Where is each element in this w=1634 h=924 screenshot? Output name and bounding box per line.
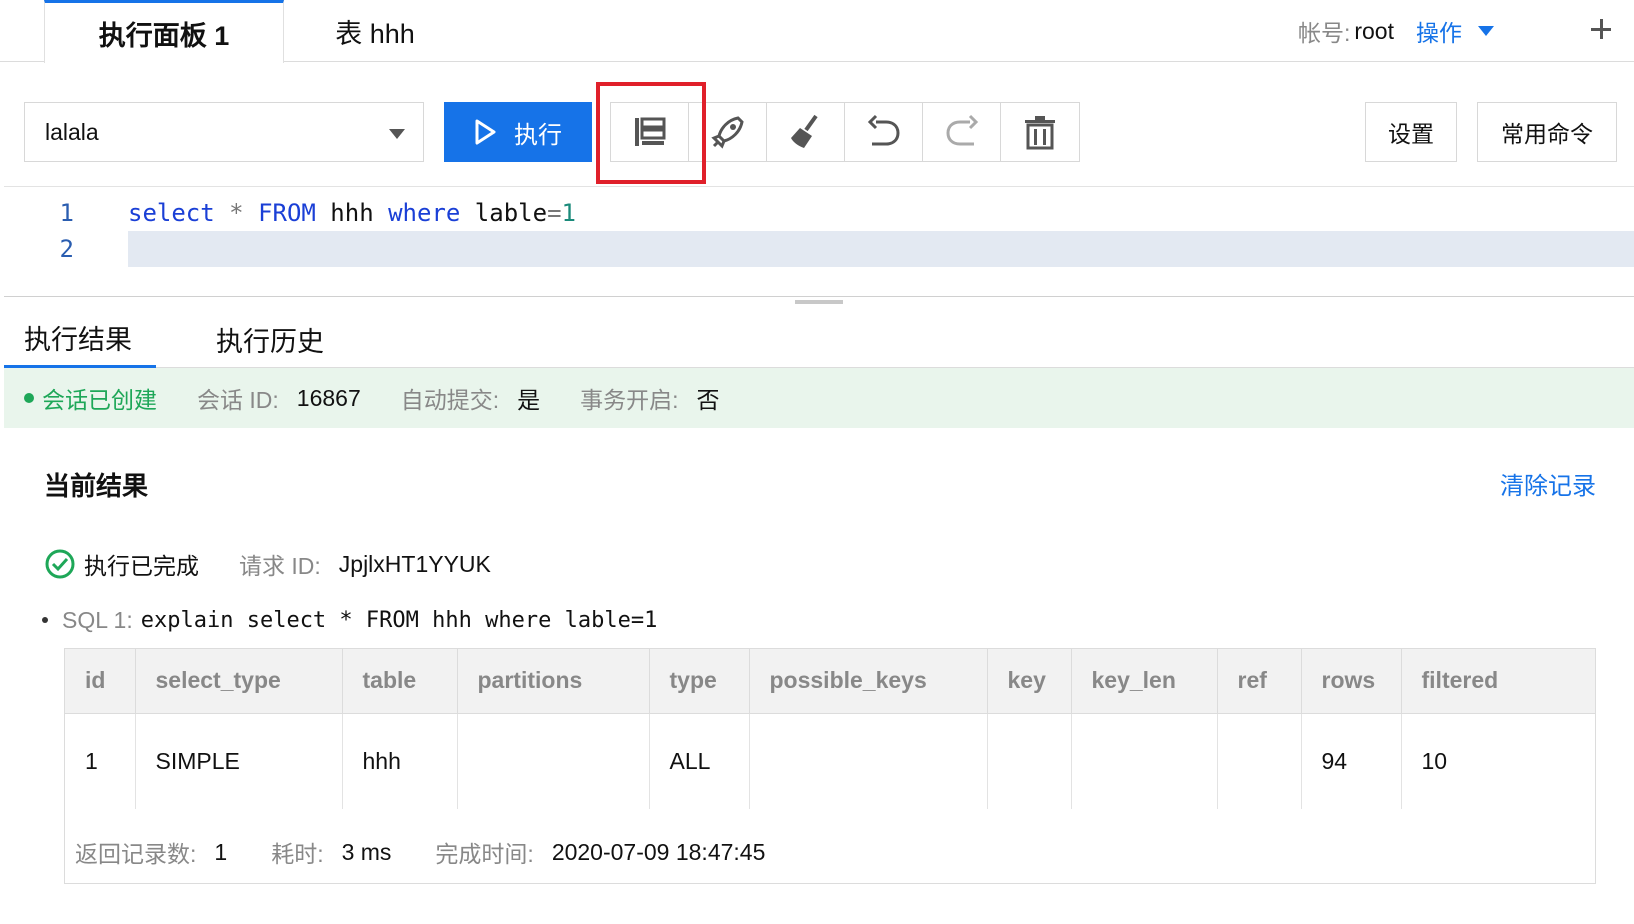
table-row: 1 SIMPLE hhh ALL 94 10	[65, 713, 1595, 809]
table-cell	[1071, 713, 1218, 809]
undo-button[interactable]	[845, 103, 923, 161]
column-header: key	[987, 649, 1072, 714]
redo-icon	[945, 114, 978, 146]
finish-time-value: 2020-07-09 18:47:45	[551, 838, 766, 865]
line-code-current[interactable]	[128, 231, 1634, 267]
sql-operator: =	[547, 199, 562, 227]
account-area: 帐号: root 操作	[1298, 0, 1494, 62]
column-header: filtered	[1401, 649, 1595, 714]
result-summary: 返回记录数: 1 耗时: 3 ms 完成时间: 2020-07-09 18:47…	[75, 835, 809, 869]
column-header: rows	[1301, 649, 1402, 714]
table-cell: 94	[1301, 713, 1402, 809]
tab-table-hhh[interactable]: 表 hhh	[300, 0, 450, 62]
line-code[interactable]: select * FROM hhh where lable=1	[128, 199, 576, 227]
check-circle-icon	[45, 549, 75, 579]
current-result-title: 当前结果	[44, 471, 149, 501]
record-count-label: 返回记录数:	[75, 841, 197, 867]
run-button-label: 执行	[514, 121, 562, 149]
table-cell: ALL	[649, 713, 750, 809]
operations-menu[interactable]: 操作	[1416, 14, 1462, 48]
column-header: type	[649, 649, 750, 714]
play-icon	[475, 119, 496, 145]
column-header: table	[342, 649, 458, 714]
session-id-value: 16867	[296, 384, 361, 411]
plus-icon[interactable]	[1586, 14, 1616, 44]
account-user: root	[1354, 17, 1394, 44]
editor-line[interactable]: 2	[4, 231, 1634, 267]
resize-handle[interactable]	[795, 300, 843, 304]
session-banner: 会话已创建 会话 ID: 16867 自动提交: 是 事务开启: 否	[4, 368, 1634, 428]
sql-operator: *	[229, 199, 244, 227]
table-cell	[457, 713, 650, 809]
editor-line[interactable]: 1 select * FROM hhh where lable=1	[4, 195, 1634, 231]
redo-button[interactable]	[923, 103, 1001, 161]
duration-value: 3 ms	[341, 838, 392, 865]
chevron-down-icon[interactable]	[1478, 26, 1494, 36]
sql-keyword: select	[128, 199, 215, 227]
editor-divider	[4, 296, 1634, 297]
highlight-box	[596, 82, 706, 184]
tab-execution-result[interactable]: 执行结果	[4, 310, 156, 368]
request-id-value: JpjlxHT1YYUK	[338, 550, 491, 577]
sql-editor[interactable]: 1 select * FROM hhh where lable=1 2	[4, 186, 1634, 296]
line-number: 2	[59, 235, 74, 263]
sql-keyword: where	[388, 199, 461, 227]
table-cell: hhh	[342, 713, 458, 809]
column-header: id	[65, 649, 136, 714]
autocommit-label: 自动提交:	[400, 387, 500, 413]
delete-button[interactable]	[1001, 103, 1079, 161]
trash-icon	[1025, 116, 1055, 150]
table-cell: SIMPLE	[135, 713, 343, 809]
finish-time-label: 完成时间:	[435, 841, 534, 867]
result-table: id select_type table partitions type pos…	[65, 649, 1595, 809]
clear-records-link[interactable]: 清除记录	[1500, 466, 1596, 501]
column-header: select_type	[135, 649, 343, 714]
column-header: possible_keys	[749, 649, 988, 714]
undo-icon	[867, 114, 900, 146]
duration-label: 耗时:	[271, 841, 324, 867]
record-count-value: 1	[214, 838, 228, 865]
table-cell	[987, 713, 1072, 809]
table-cell: 10	[1421, 747, 1448, 774]
autocommit-value: 是	[517, 387, 541, 413]
top-tab-bar: 执行面板 1 表 hhh 帐号: root 操作	[0, 0, 1634, 63]
bullet-icon	[42, 617, 48, 623]
settings-button[interactable]: 设置	[1365, 102, 1457, 162]
sql-keyword: FROM	[258, 199, 316, 227]
column-header: partitions	[457, 649, 650, 714]
request-id-label: 请求 ID:	[239, 553, 321, 579]
sql-text: explain select * FROM hhh where lable=1	[140, 607, 658, 633]
sql-statement-row: SQL 1: explain select * FROM hhh where l…	[42, 604, 657, 636]
tab-execution-panel[interactable]: 执行面板 1	[44, 0, 284, 63]
column-header: key_len	[1071, 649, 1218, 714]
execution-status-row: 执行已完成 请求 ID: JpjlxHT1YYUK	[44, 546, 491, 582]
sql-number: 1	[561, 199, 576, 227]
broom-icon	[790, 114, 818, 148]
result-table-container: id select_type table partitions type pos…	[64, 648, 1596, 884]
session-status: 会话已创建	[42, 387, 157, 413]
tab-execution-history[interactable]: 执行历史	[216, 310, 324, 368]
account-label: 帐号:	[1297, 20, 1351, 46]
column-header: ref	[1217, 649, 1302, 714]
transaction-value: 否	[696, 387, 720, 413]
execution-done-label: 执行已完成	[84, 553, 199, 579]
common-commands-button[interactable]: 常用命令	[1477, 102, 1617, 162]
table-cell: 1	[65, 713, 136, 809]
session-id-label: 会话 ID:	[197, 387, 279, 413]
database-select[interactable]: lalala	[24, 102, 424, 162]
table-cell	[1217, 713, 1302, 809]
sql-label: SQL 1:	[62, 606, 133, 633]
chevron-down-icon	[389, 129, 405, 139]
rocket-icon	[710, 116, 744, 149]
run-button[interactable]: 执行	[444, 102, 592, 162]
table-header-row: id select_type table partitions type pos…	[65, 649, 1595, 714]
result-tabs: 执行结果 执行历史	[4, 310, 1634, 368]
database-select-value: lalala	[45, 118, 99, 145]
line-number: 1	[59, 199, 74, 227]
status-dot-icon	[24, 393, 34, 403]
clean-button[interactable]	[767, 103, 845, 161]
transaction-label: 事务开启:	[580, 387, 679, 413]
table-cell	[749, 713, 988, 809]
